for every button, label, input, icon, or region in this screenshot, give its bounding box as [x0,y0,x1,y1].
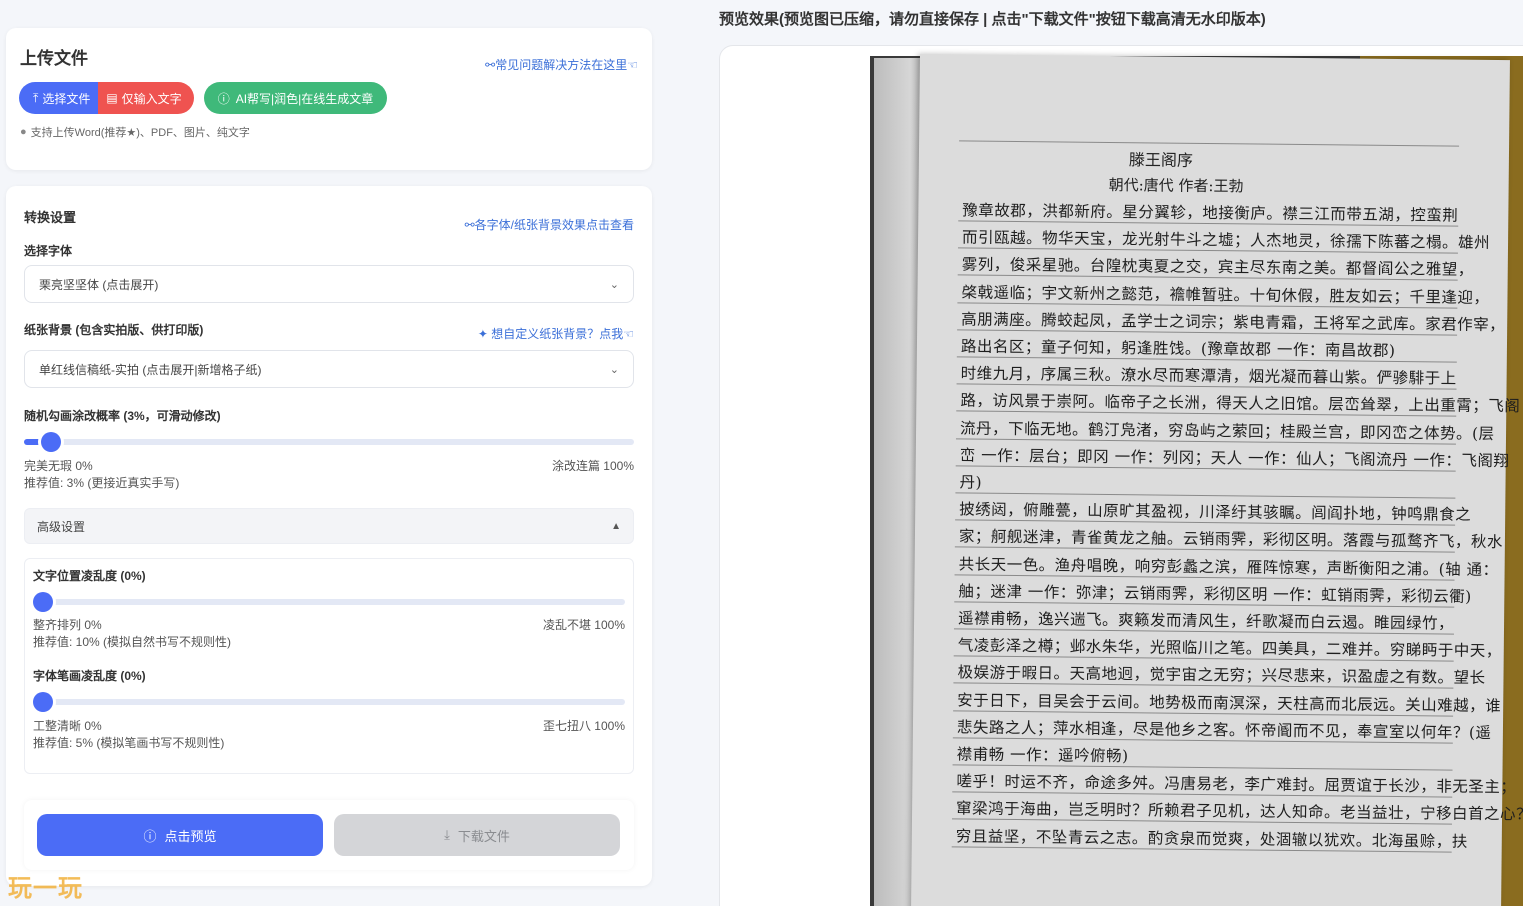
font-label: 选择字体 [24,244,73,258]
stroke-min: 工整清晰 0% [33,719,102,733]
support-note: ● 支持上传Word(推荐★)、PDF、图片、纯文字 [20,126,250,139]
custom-paper-link[interactable]: ✦ 想自定义纸张背景？点我☜ [478,325,634,342]
site-watermark-logo: 玩一玩 [8,874,83,902]
download-button[interactable]: ⤓ 下载文件 [334,814,620,856]
font-select[interactable]: 栗亮坚坚体 (点击展开) ⌄ [24,265,634,303]
position-min: 整齐排列 0% [33,618,102,632]
click-icon: ☜ [627,58,638,72]
text-only-button[interactable]: ▤ 仅输入文字 [98,82,194,114]
paper-select[interactable]: 单红线信稿纸-实拍 (点击展开|新增格子纸) ⌄ [24,350,634,388]
info-circle-icon: ⓘ [143,828,157,844]
handwritten-line: 丹) [959,473,983,492]
slider-knob[interactable] [33,692,53,712]
upload-split-button: ⤒ 选择文件 ▤ 仅输入文字 [19,82,194,114]
stroke-hint: 推荐值: 5% (模拟笔画书写不规则性) [33,736,225,750]
position-hint: 推荐值: 10% (模拟自然书写不规则性) [33,635,232,649]
chevron-down-icon: ⌄ [609,278,619,291]
caret-up-icon: ▲ [611,520,621,532]
doc-subtitle: 朝代:唐代 作者:王勃 [1108,175,1244,196]
stroke-max: 歪七扭八 100% [542,719,625,733]
correction-hint: 推荐值: 3% (更接近真实手写) [24,476,180,490]
position-label: 文字位置凌乱度 (0%) [33,569,146,583]
slider-knob[interactable] [33,592,53,612]
advanced-settings-toggle[interactable]: 高级设置 ▲ [24,508,634,544]
select-file-button[interactable]: ⤒ 选择文件 [19,82,99,114]
position-max: 凌乱不堪 100% [542,618,625,632]
upload-icon: ⤒ [33,90,39,105]
help-circle-icon: ⓘ [217,91,230,106]
handwritten-line: 路出名区；童子何知，躬逢胜饯。(豫章故郡 一作：南昌故郡) [960,337,1396,360]
correction-label: 随机勾画涂改概率 (3%，可滑动修改) [24,409,221,423]
link-icon: ⚯ [464,218,475,232]
upload-title: 上传文件 [20,49,88,68]
faq-link[interactable]: ⚯常见问题解决方法在这里☜ [485,56,638,73]
chevron-down-icon: ⌄ [609,363,619,376]
settings-card: 转换设置 ⚯各字体/纸张背景效果点击查看 选择字体 栗亮坚坚体 (点击展开) ⌄… [6,186,652,886]
click-icon: ☜ [623,327,634,341]
advanced-settings-panel: 文字位置凌乱度 (0%) 整齐排列 0% 凌乱不堪 100% 推荐值: 10% … [24,558,634,774]
handwritten-line: 襟甫畅 一作：遥吟俯畅) [956,745,1129,766]
stroke-label: 字体笔画凌乱度 (0%) [33,669,146,683]
font-preview-link[interactable]: ⚯各字体/纸张背景效果点击查看 [465,216,634,233]
position-slider[interactable] [33,592,625,612]
sparkle-icon: ✦ [477,327,488,341]
handwritten-paper: 滕王阁序 朝代:唐代 作者:王勃 豫章故郡，洪都新府。星分翼轸，地接衡庐。襟三江… [910,54,1523,906]
preview-frame: 滕王阁序 朝代:唐代 作者:王勃 豫章故郡，洪都新府。星分翼轸，地接衡庐。襟三江… [719,45,1523,906]
correction-slider[interactable] [24,432,634,452]
correction-max: 涂改连篇 100% [551,459,634,473]
action-bar: ⓘ 点击预览 ⤓ 下载文件 [24,800,634,870]
left-panel: 上传文件 ⚯常见问题解决方法在这里☜ ⤒ 选择文件 ▤ 仅输入文字 ⓘ AI帮写… [0,0,668,906]
settings-title: 转换设置 [24,210,77,225]
doc-title: 滕王阁序 [1128,150,1194,170]
stroke-slider[interactable] [33,692,625,712]
document-icon: ▤ [106,91,118,105]
preview-title: 预览效果(预览图已压缩，请勿直接保存 | 点击"下载文件"按钮下载高清无水印版本… [719,11,1266,28]
ai-write-button[interactable]: ⓘ AI帮写|润色|在线生成文章 [203,82,388,114]
upload-card: 上传文件 ⚯常见问题解决方法在这里☜ ⤒ 选择文件 ▤ 仅输入文字 ⓘ AI帮写… [6,28,652,170]
download-icon: ⤓ [444,827,450,842]
slider-knob[interactable] [41,432,61,452]
preview-button[interactable]: ⓘ 点击预览 [37,814,323,856]
bulb-icon: ● [20,126,27,138]
correction-min: 完美无瑕 0% [24,459,93,473]
paper-label: 纸张背景 (包含实拍版、供打印版) [24,323,204,337]
link-icon: ⚯ [485,58,496,72]
upload-button-row: ⤒ 选择文件 ▤ 仅输入文字 ⓘ AI帮写|润色|在线生成文章 [19,82,388,114]
